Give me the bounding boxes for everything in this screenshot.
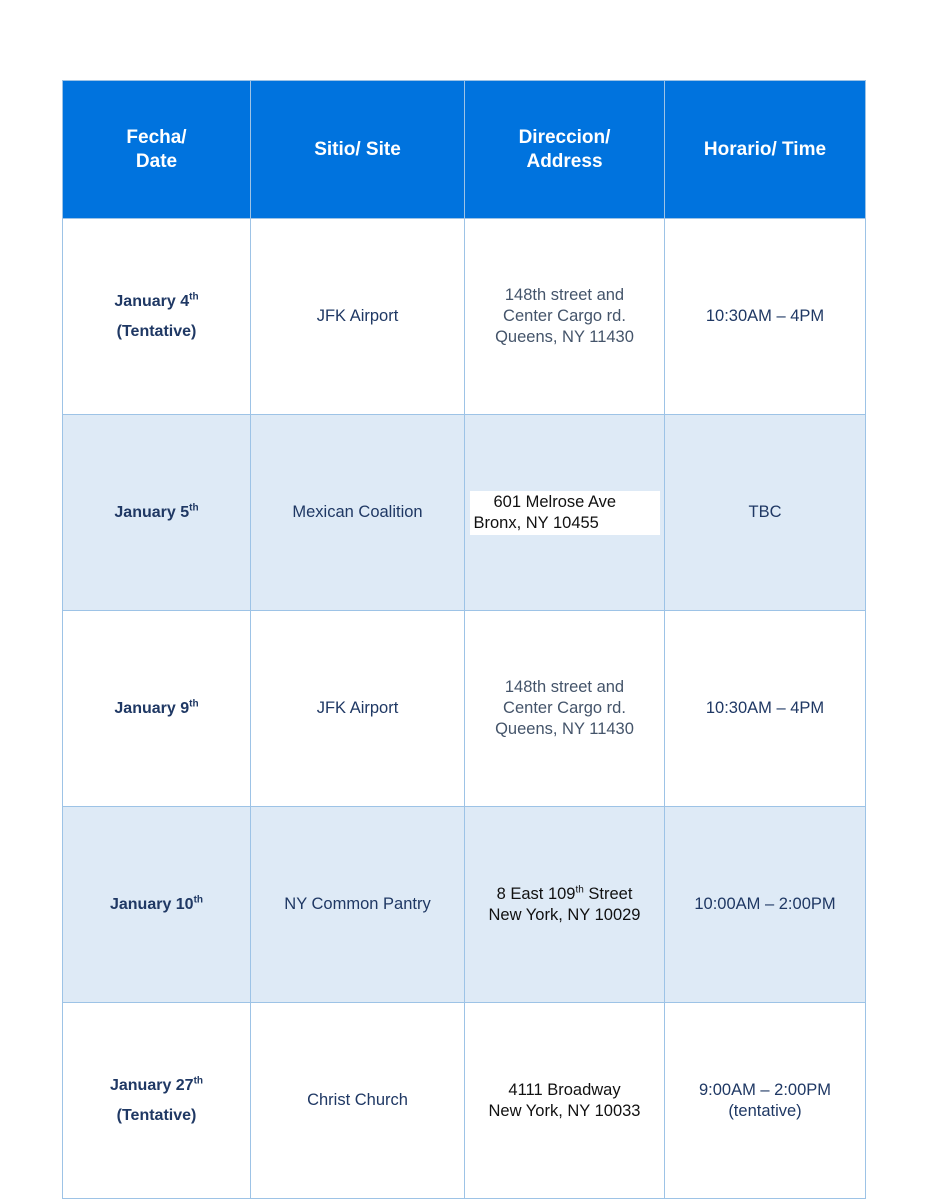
- address-line: Queens, NY 11430: [495, 720, 634, 738]
- address-cell: 148th street and Center Cargo rd. Queens, …: [464, 218, 665, 415]
- header-site: Sitio/ Site: [250, 80, 465, 219]
- site-cell: JFK Airport: [250, 218, 465, 415]
- header-address: Direccion/Address: [464, 80, 665, 219]
- address-line: Center Cargo rd.: [503, 699, 626, 717]
- table-row: January 27th (Tentative) Christ Church 41…: [62, 1002, 866, 1199]
- table-row: January 9th JFK Airport 148th street and…: [62, 610, 866, 807]
- address-line: 148th street and: [504, 286, 625, 304]
- date-cell: January 4th (Tentative): [62, 218, 251, 415]
- header-row: Fecha/Date Sitio/ Site Direccion/Address…: [62, 80, 866, 219]
- ordinal: th: [189, 502, 199, 514]
- address-line: Center Cargo rd.: [503, 307, 626, 325]
- ordinal: th: [193, 1075, 204, 1087]
- address-box: 601 Melrose Ave Bronx, NY 10455: [469, 490, 660, 535]
- address-line: New York, NY 10029: [488, 905, 641, 924]
- header-text: Date: [135, 150, 178, 172]
- date-note: (Tentative): [116, 1106, 197, 1124]
- address-cell: 601 Melrose Ave Bronx, NY 10455: [464, 414, 665, 611]
- date-cell: January 27th (Tentative): [62, 1002, 251, 1199]
- header-text: Sitio/ Site: [314, 138, 401, 160]
- table-row: January 5th Mexican Coalition 601 Melros…: [62, 414, 866, 611]
- table-row: January 10th NY Common Pantry 8 East 109…: [62, 806, 866, 1003]
- time-cell: TBC: [664, 414, 866, 611]
- table-row: January 4th (Tentative) JFK Airport 148th…: [62, 218, 866, 415]
- site-cell: JFK Airport: [250, 610, 465, 807]
- site-cell: Christ Church: [250, 1002, 465, 1199]
- site-cell: Mexican Coalition: [250, 414, 465, 611]
- schedule-table: Fecha/Date Sitio/ Site Direccion/Address…: [62, 80, 866, 1199]
- ordinal: th: [189, 698, 199, 710]
- date: January 27: [109, 1076, 194, 1094]
- address-cell: 4111 Broadway New York, NY 10033: [464, 1002, 665, 1199]
- address-line: Queens, NY 11430: [495, 328, 634, 346]
- time-cell: 10:30AM – 4PM: [664, 218, 866, 415]
- address-line: New York, NY 10033: [488, 1101, 641, 1120]
- header-time: Horario/ Time: [664, 80, 866, 219]
- ordinal: th: [189, 291, 199, 303]
- header-date: Fecha/Date: [62, 80, 251, 219]
- date-note: (Tentative): [116, 322, 197, 340]
- date: January 9: [114, 699, 190, 717]
- ordinal: th: [193, 894, 204, 906]
- time-cell: 10:00AM – 2:00PM: [664, 806, 866, 1003]
- header-text: Address: [526, 150, 603, 172]
- address-line: Bronx, NY 10455: [473, 513, 599, 532]
- address-line: 148th street and: [504, 678, 625, 696]
- date: January 4: [114, 292, 190, 310]
- time-cell: 9:00AM – 2:00PM (tentative): [664, 1002, 866, 1199]
- time-line: 9:00AM – 2:00PM: [698, 1080, 832, 1099]
- time-cell: 10:30AM – 4PM: [664, 610, 866, 807]
- time-line: (tentative): [728, 1101, 802, 1120]
- address-cell: 8 East 109th Street New York, NY 10029: [464, 806, 665, 1003]
- date: January 10: [109, 895, 194, 913]
- date-cell: January 10th: [62, 806, 251, 1003]
- address-cell: 148th street and Center Cargo rd. Queens, …: [464, 610, 665, 807]
- site-cell: NY Common Pantry: [250, 806, 465, 1003]
- header-text: Fecha/: [126, 126, 187, 148]
- address-part: Street: [583, 884, 633, 903]
- address-line: 8 East 109th Street: [469, 884, 660, 905]
- date-cell: January 9th: [62, 610, 251, 807]
- header-text: Direccion/: [518, 126, 611, 148]
- address-line: 4111 Broadway: [508, 1080, 621, 1099]
- date: January 5: [114, 503, 190, 521]
- header-text: Horario/ Time: [703, 138, 827, 160]
- address-line: 601 Melrose Ave: [493, 492, 617, 511]
- ordinal: th: [575, 884, 584, 895]
- address-part: 8 East 109: [496, 884, 576, 903]
- date-cell: January 5th: [62, 414, 251, 611]
